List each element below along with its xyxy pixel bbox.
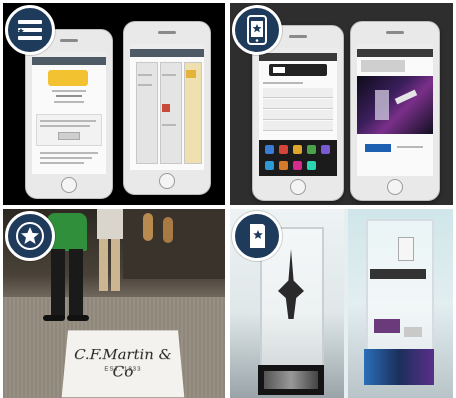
phone-home-button xyxy=(387,179,403,195)
tile-bottom-left: C.F.Martin & Co EST. 1833 xyxy=(3,209,225,398)
phone-speaker xyxy=(158,31,176,34)
phone-mockup-left xyxy=(25,29,113,199)
tile-top-left xyxy=(3,3,225,205)
phone-screen xyxy=(259,48,337,176)
booklet-star-icon xyxy=(248,224,265,248)
menu-list-icon xyxy=(18,20,42,40)
floor-logo-decal: C.F.Martin & Co EST. 1833 xyxy=(61,330,185,398)
phone-speaker xyxy=(289,35,307,38)
mobile-phone-star-icon-badge xyxy=(232,5,282,55)
phone-screen xyxy=(357,44,433,176)
tile-bottom-right xyxy=(230,209,453,398)
star-icon xyxy=(16,222,44,250)
concert-image xyxy=(357,76,433,134)
floor-logo-tagline: EST. 1833 xyxy=(104,366,142,373)
phone-speaker xyxy=(386,31,404,34)
booklet-star-icon-badge xyxy=(232,211,282,261)
tile-top-right xyxy=(230,3,453,205)
phone-home-button xyxy=(159,173,175,189)
mobile-phone-star-icon xyxy=(247,15,267,45)
star-icon-badge xyxy=(5,211,55,261)
phone-home-button xyxy=(61,177,77,193)
menu-list-icon-badge xyxy=(5,5,55,55)
phone-home-button xyxy=(290,179,306,195)
phone-mockup-right xyxy=(350,21,440,201)
app-logo xyxy=(48,70,88,86)
floor-logo-brand: C.F.Martin & Co xyxy=(73,346,173,381)
phone-screen xyxy=(130,44,204,170)
phone-speaker xyxy=(60,39,78,42)
phone-screen xyxy=(32,52,106,174)
phone-mockup-right xyxy=(123,21,211,195)
